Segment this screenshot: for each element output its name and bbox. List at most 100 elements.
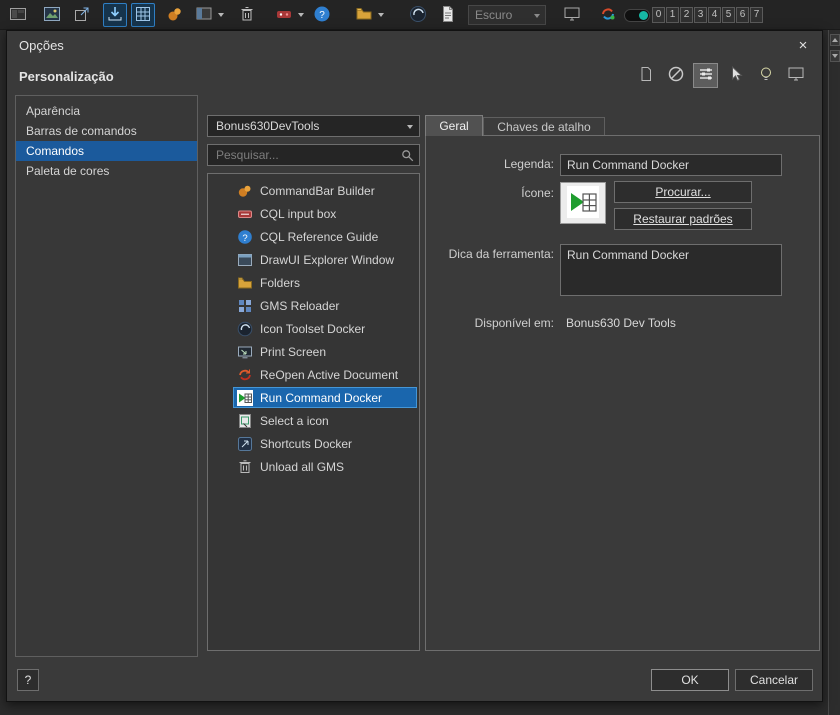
monitor-icon bbox=[563, 5, 581, 26]
cql-tool-icon bbox=[275, 5, 293, 26]
chevron-down-icon bbox=[534, 14, 540, 18]
list-item[interactable]: Print Screen bbox=[208, 340, 419, 363]
trash-icon bbox=[237, 459, 253, 475]
reopen-document-icon bbox=[237, 367, 253, 383]
search-box bbox=[207, 144, 420, 166]
list-item[interactable]: GMS Reloader bbox=[208, 294, 419, 317]
available-in-value: Bonus630 Dev Tools bbox=[566, 316, 676, 330]
page-tool-button[interactable] bbox=[633, 63, 658, 88]
layout-button[interactable] bbox=[192, 3, 216, 27]
refresh-toolbar-button[interactable] bbox=[596, 3, 620, 27]
tooltip-field[interactable]: Run Command Docker bbox=[560, 244, 782, 296]
help-button[interactable]: ? bbox=[17, 669, 39, 691]
command-category-select[interactable]: Bonus630DevTools bbox=[207, 115, 420, 137]
list-item[interactable]: Unload all GMS bbox=[208, 455, 419, 478]
search-icon bbox=[401, 149, 414, 165]
command-label: Icon Toolset Docker bbox=[260, 321, 366, 336]
chevron-down-icon bbox=[407, 125, 413, 129]
monitor-tool-button[interactable] bbox=[783, 63, 808, 88]
profile-button-5[interactable]: 5 bbox=[722, 7, 735, 23]
list-item[interactable]: CommandBar Builder bbox=[208, 179, 419, 202]
help-toolbar-button[interactable]: ? bbox=[310, 3, 334, 27]
import-button[interactable] bbox=[103, 3, 127, 27]
monitor-toolbar-button[interactable] bbox=[560, 3, 584, 27]
sliders-tool-button[interactable] bbox=[693, 63, 718, 88]
cql-input-box-icon bbox=[237, 206, 253, 222]
profile-button-6[interactable]: 6 bbox=[736, 7, 749, 23]
folder-toolbar-button[interactable] bbox=[352, 3, 376, 27]
legend-label: Legenda: bbox=[503, 157, 554, 171]
icon-preview bbox=[560, 182, 606, 224]
command-label: CQL Reference Guide bbox=[260, 229, 379, 244]
icon-label: Ícone: bbox=[521, 186, 554, 200]
list-item[interactable]: Select a icon bbox=[208, 409, 419, 432]
command-label: DrawUI Explorer Window bbox=[260, 252, 395, 267]
close-icon[interactable]: × bbox=[792, 35, 814, 57]
workspace-button[interactable] bbox=[6, 3, 30, 27]
options-dialog: Opções × Personalização Aparência Barras… bbox=[6, 30, 823, 702]
select-icon-icon bbox=[237, 413, 253, 429]
list-item[interactable]: Shortcuts Docker bbox=[208, 432, 419, 455]
list-item[interactable]: DrawUI Explorer Window bbox=[208, 248, 419, 271]
image-icon bbox=[43, 5, 61, 26]
tab-geral[interactable]: Geral bbox=[425, 115, 483, 136]
scroll-down-icon[interactable] bbox=[830, 50, 840, 62]
tab-chaves-de-atalho[interactable]: Chaves de atalho bbox=[483, 117, 605, 136]
ok-button[interactable]: OK bbox=[651, 669, 729, 691]
folder-dropdown-caret[interactable] bbox=[378, 13, 384, 17]
refresh-colorful-icon bbox=[599, 5, 617, 26]
command-label: Shortcuts Docker bbox=[260, 436, 353, 451]
sidebar-item-barras-de-comandos[interactable]: Barras de comandos bbox=[16, 121, 197, 141]
sidebar-item-comandos[interactable]: Comandos bbox=[16, 141, 197, 161]
restore-defaults-button[interactable]: Restaurar padrões bbox=[614, 208, 752, 230]
delete-button[interactable] bbox=[235, 3, 259, 27]
profile-button-0[interactable]: 0 bbox=[652, 7, 665, 23]
profile-button-3[interactable]: 3 bbox=[694, 7, 707, 23]
command-label: CQL input box bbox=[260, 206, 337, 221]
command-category-value: Bonus630DevTools bbox=[216, 119, 320, 133]
scroll-up-icon[interactable] bbox=[830, 34, 840, 46]
theme-toggle[interactable] bbox=[624, 9, 650, 22]
grid-docker-button[interactable] bbox=[131, 3, 155, 27]
profile-button-4[interactable]: 4 bbox=[708, 7, 721, 23]
sidebar-item-paleta-de-cores[interactable]: Paleta de cores bbox=[16, 161, 197, 181]
command-label: Folders bbox=[260, 275, 301, 290]
folder-icon bbox=[237, 275, 253, 291]
list-item[interactable]: ReOpen Active Document bbox=[208, 363, 419, 386]
paint-button[interactable] bbox=[163, 3, 187, 27]
list-item-selected[interactable]: Run Command Docker bbox=[208, 386, 419, 409]
image-button[interactable] bbox=[40, 3, 64, 27]
lightbulb-tool-button[interactable] bbox=[753, 63, 778, 88]
profile-button-7[interactable]: 7 bbox=[750, 7, 763, 23]
profile-button-1[interactable]: 1 bbox=[666, 7, 679, 23]
icon-toolset-toolbar-button[interactable] bbox=[406, 3, 430, 27]
block-icon bbox=[667, 65, 685, 86]
run-command-icon bbox=[237, 389, 253, 406]
layout-dropdown-caret[interactable] bbox=[218, 13, 224, 17]
list-item[interactable]: CQL input box bbox=[208, 202, 419, 225]
external-link-button[interactable] bbox=[70, 3, 94, 27]
dark-circle-icon bbox=[409, 5, 427, 26]
list-item[interactable]: Folders bbox=[208, 271, 419, 294]
list-item[interactable]: ? CQL Reference Guide bbox=[208, 225, 419, 248]
screen: ? Escuro 0 1 2 3 4 5 6 7 Opções × Person… bbox=[0, 0, 840, 715]
browse-button[interactable]: Procurar... bbox=[614, 181, 752, 203]
cursor-icon bbox=[727, 65, 745, 86]
search-input[interactable] bbox=[208, 145, 396, 165]
app-toolbar: ? Escuro 0 1 2 3 4 5 6 7 bbox=[0, 0, 840, 30]
cql-tool-dropdown-caret[interactable] bbox=[298, 13, 304, 17]
block-tool-button[interactable] bbox=[663, 63, 688, 88]
list-item[interactable]: Icon Toolset Docker bbox=[208, 317, 419, 340]
paint-splash-icon bbox=[166, 5, 184, 26]
document-toolbar-button[interactable] bbox=[436, 3, 460, 27]
command-label: Unload all GMS bbox=[260, 459, 345, 474]
detail-panel: Legenda: Ícone: Procurar... Restaurar pa… bbox=[425, 135, 820, 651]
app-scrollbar[interactable] bbox=[828, 30, 840, 715]
legend-field[interactable] bbox=[560, 154, 782, 176]
sidebar-item-aparencia[interactable]: Aparência bbox=[16, 101, 197, 121]
cursor-tool-button[interactable] bbox=[723, 63, 748, 88]
cql-tool-button[interactable] bbox=[272, 3, 296, 27]
theme-select[interactable]: Escuro bbox=[468, 5, 546, 25]
cancel-button[interactable]: Cancelar bbox=[735, 669, 813, 691]
profile-button-2[interactable]: 2 bbox=[680, 7, 693, 23]
